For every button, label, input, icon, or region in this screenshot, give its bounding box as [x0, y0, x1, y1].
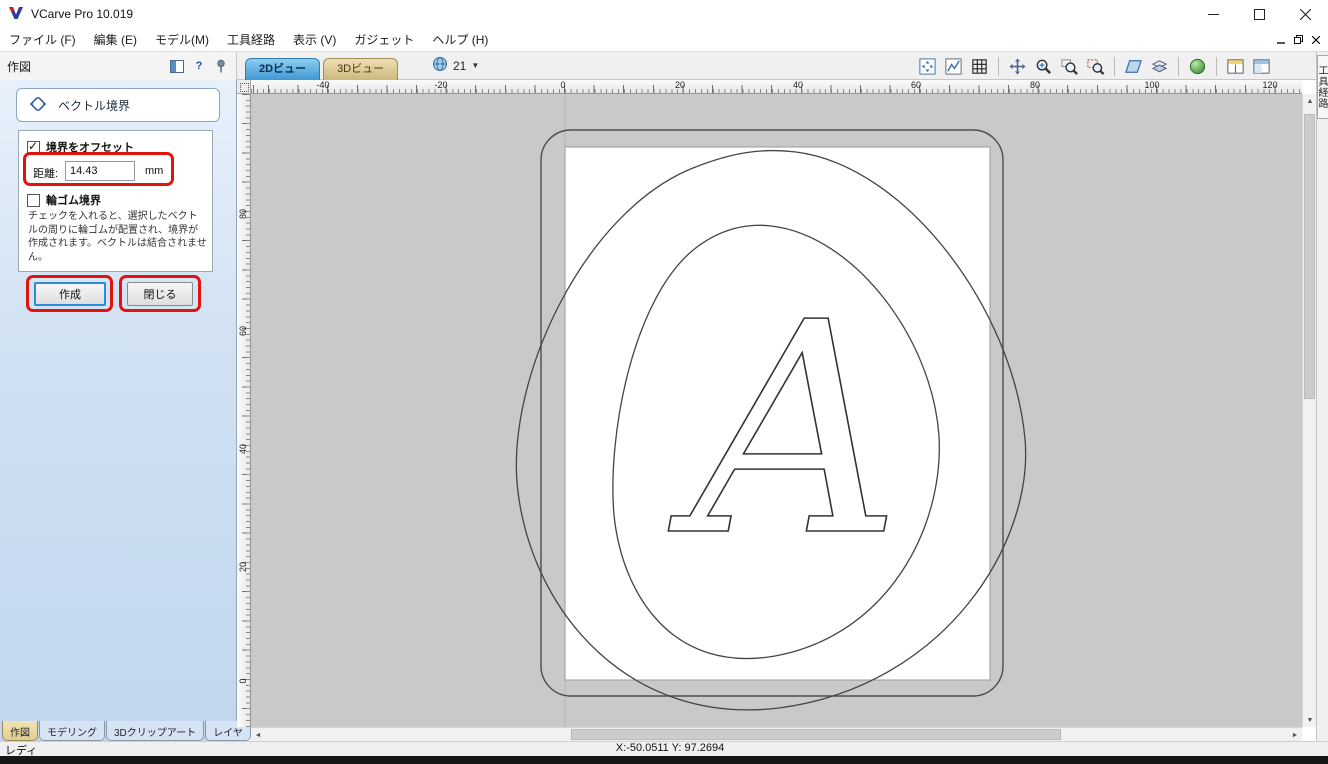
menu-item-edit[interactable]: 編集 (E) [85, 28, 146, 52]
distance-input[interactable] [65, 161, 135, 181]
vertical-scrollbar-thumb[interactable] [1304, 114, 1315, 399]
v-ruler-label: 20 [238, 557, 248, 577]
window-bottom-edge [0, 756, 1328, 764]
status-cursor-coordinates: X:-50.0511 Y: 97.2694 [555, 742, 785, 754]
boundary-options-box: 境界をオフセット 距離: mm 輪ゴム境界 チェックを入れると、選択したベクトル… [18, 130, 213, 272]
scroll-right-arrow-icon[interactable]: ► [1288, 728, 1302, 742]
close-dialog-button[interactable]: 閉じる [127, 282, 193, 306]
help-icon[interactable]: ? [191, 58, 207, 74]
menu-item-toolpaths[interactable]: 工具経路 [218, 28, 284, 52]
zoom-selection-icon[interactable] [1084, 55, 1107, 77]
view-toolbar-icons [916, 55, 1273, 77]
distance-unit-label: mm [145, 165, 163, 177]
vertical-ruler: 80 60 40 20 0 [237, 94, 251, 727]
h-ruler-label: 40 [793, 80, 803, 90]
drawing-panel-header: 作図 ? [0, 52, 237, 80]
ruler-corner-box[interactable] [237, 80, 251, 94]
zoom-level-value: 21 [453, 59, 466, 73]
titlebar: VCarve Pro 10.019 [0, 0, 1328, 28]
tab-2d-view[interactable]: 2Dビュー [245, 58, 320, 80]
menu-item-gadgets[interactable]: ガジェット [345, 28, 423, 52]
bottom-tab-3d-clipart[interactable]: 3Dクリップアート [106, 721, 204, 741]
toolpath-panel-tab[interactable]: 工具経路 [1317, 55, 1328, 119]
create-button[interactable]: 作成 [34, 282, 106, 306]
rubber-band-checkbox[interactable] [27, 194, 40, 207]
dialog-title: ベクトル境界 [58, 97, 130, 114]
drawing-panel: ベクトル境界 境界をオフセット 距離: mm 輪ゴム境界 チェックを入れると、選… [0, 80, 237, 721]
chevron-down-icon: ▼ [471, 61, 479, 70]
mdi-minimize-button[interactable] [1277, 33, 1285, 47]
letter-a-vector[interactable]: A [668, 260, 902, 600]
canvas-2d-view[interactable]: A [251, 94, 1302, 727]
mdi-restore-button[interactable] [1294, 33, 1303, 47]
h-ruler-label: 120 [1262, 80, 1277, 90]
bottom-tab-modeling[interactable]: モデリング [39, 721, 105, 741]
h-ruler-label: 80 [1030, 80, 1040, 90]
rubber-band-label: 輪ゴム境界 [46, 192, 101, 208]
horizontal-scrollbar[interactable]: ◄ ► [251, 727, 1302, 741]
toolbar: 作図 ? 2Dビュー 3Dビュー 21 ▼ [0, 52, 1328, 80]
tab-3d-view[interactable]: 3Dビュー [323, 58, 398, 80]
menu-item-view[interactable]: 表示 (V) [284, 28, 345, 52]
offset-boundary-checkbox[interactable] [27, 141, 40, 154]
mdi-close-button[interactable] [1312, 33, 1320, 47]
h-ruler-label: 100 [1144, 80, 1159, 90]
vcarve-window: VCarve Pro 10.019 ファイル (F) 編集 (E) モデル(M)… [0, 0, 1328, 764]
bottom-tab-drawing[interactable]: 作図 [2, 721, 38, 741]
window-controls [1190, 0, 1328, 28]
scroll-left-arrow-icon[interactable]: ◄ [251, 728, 265, 742]
scroll-down-arrow-icon[interactable]: ▼ [1303, 713, 1317, 727]
vector-boundary-icon [27, 93, 49, 118]
offset-boundary-label: 境界をオフセット [46, 139, 134, 155]
v-ruler-label: 40 [238, 439, 248, 459]
v-ruler-label: 80 [238, 204, 248, 224]
minimize-button[interactable] [1190, 0, 1236, 28]
v-ruler-label: 60 [238, 321, 248, 341]
view-tabs: 2Dビュー 3Dビュー [245, 58, 398, 80]
scroll-up-arrow-icon[interactable]: ▲ [1303, 94, 1317, 108]
dock-panel-icon[interactable] [169, 58, 185, 74]
window-title: VCarve Pro 10.019 [31, 7, 133, 21]
statusbar: レディ X:-50.0511 Y: 97.2694 [0, 741, 1328, 756]
zoom-window-icon[interactable] [1058, 55, 1081, 77]
close-button[interactable] [1282, 0, 1328, 28]
grid-icon[interactable] [968, 55, 991, 77]
menubar: ファイル (F) 編集 (E) モデル(M) 工具経路 表示 (V) ガジェット… [0, 28, 1328, 52]
mdi-window-controls [1277, 33, 1328, 47]
menu-item-help[interactable]: ヘルプ (H) [423, 28, 497, 52]
maximize-button[interactable] [1236, 0, 1282, 28]
zoom-drawing-icon[interactable] [942, 55, 965, 77]
split-horizontal-icon[interactable] [1224, 55, 1247, 77]
layers-stack-icon[interactable] [1148, 55, 1171, 77]
distance-label: 距離: [33, 165, 58, 181]
h-ruler-label: -40 [316, 80, 329, 90]
menu-item-model[interactable]: モデル(M) [146, 28, 218, 52]
horizontal-scrollbar-thumb[interactable] [571, 729, 1061, 740]
drawing-panel-title: 作図 [7, 58, 31, 75]
h-ruler-label: 60 [911, 80, 921, 90]
zoom-level-control[interactable]: 21 ▼ [432, 56, 479, 75]
vertical-scrollbar[interactable]: ▲ ▼ [1302, 94, 1316, 727]
rubber-band-description: チェックを入れると、選択したベクトルの周りに輪ゴムが配置され、境界が作成されます… [28, 210, 207, 264]
right-panel-strip: 工具経路 [1316, 52, 1328, 741]
vector-boundary-header: ベクトル境界 [16, 88, 220, 122]
h-ruler-label: -20 [434, 80, 447, 90]
split-vertical-icon[interactable] [1250, 55, 1273, 77]
panel-bottom-tabs: 作図 モデリング 3Dクリップアート レイヤ [0, 721, 237, 741]
horizontal-ruler: -40 -20 0 20 40 60 80 100 120 [251, 80, 1302, 94]
h-ruler-label: 20 [675, 80, 685, 90]
menu-item-file[interactable]: ファイル (F) [0, 28, 85, 52]
sphere-icon[interactable] [1186, 55, 1209, 77]
zoom-scale-icon[interactable] [1032, 55, 1055, 77]
zoom-extents-icon[interactable] [916, 55, 939, 77]
guides-icon[interactable] [1122, 55, 1145, 77]
pin-icon[interactable] [213, 58, 229, 74]
globe-icon [432, 56, 448, 75]
h-ruler-label: 0 [560, 80, 565, 90]
v-ruler-label: 0 [238, 671, 248, 691]
pan-icon[interactable] [1006, 55, 1029, 77]
app-logo-icon [8, 5, 24, 24]
